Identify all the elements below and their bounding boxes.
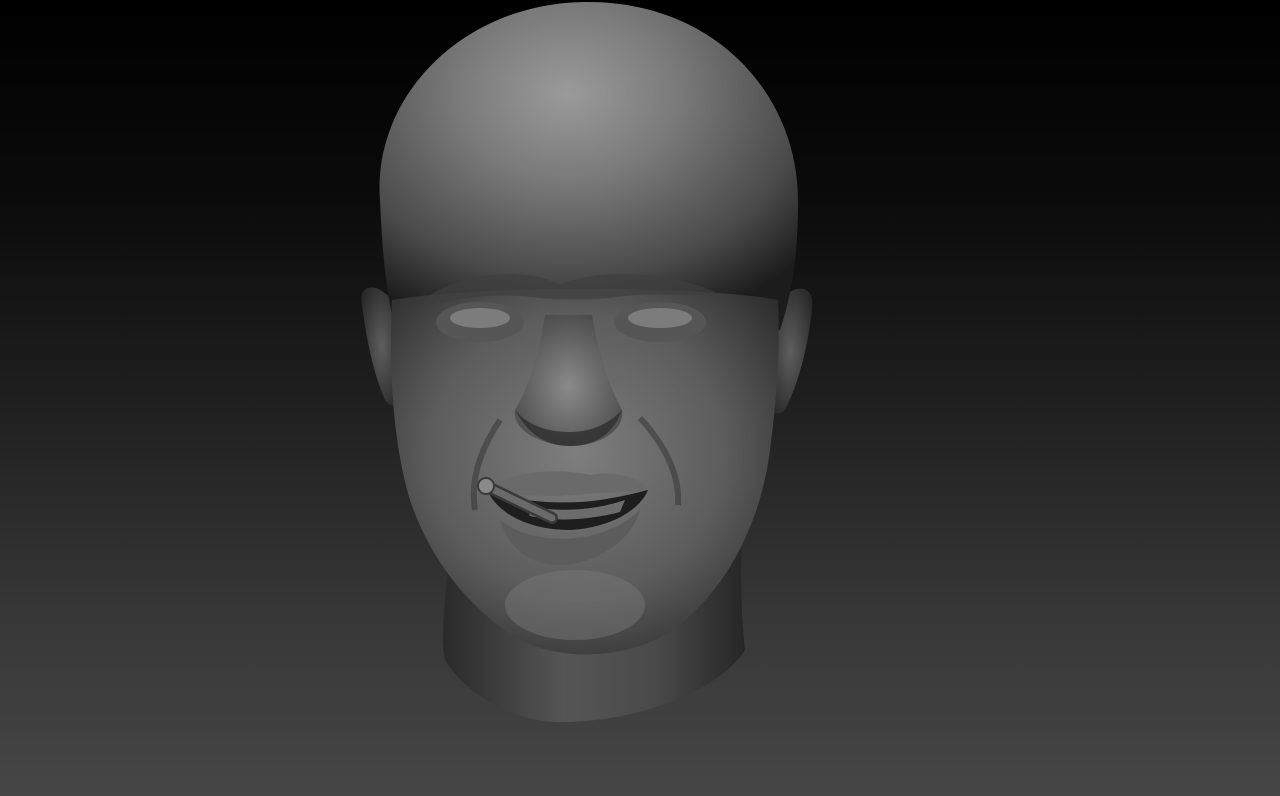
right-eye-lid [628, 308, 692, 328]
left-eye-lid [450, 308, 510, 328]
sculpt-head-model[interactable] [0, 0, 1280, 796]
chin [505, 570, 645, 640]
3d-viewport[interactable] [0, 0, 1280, 796]
